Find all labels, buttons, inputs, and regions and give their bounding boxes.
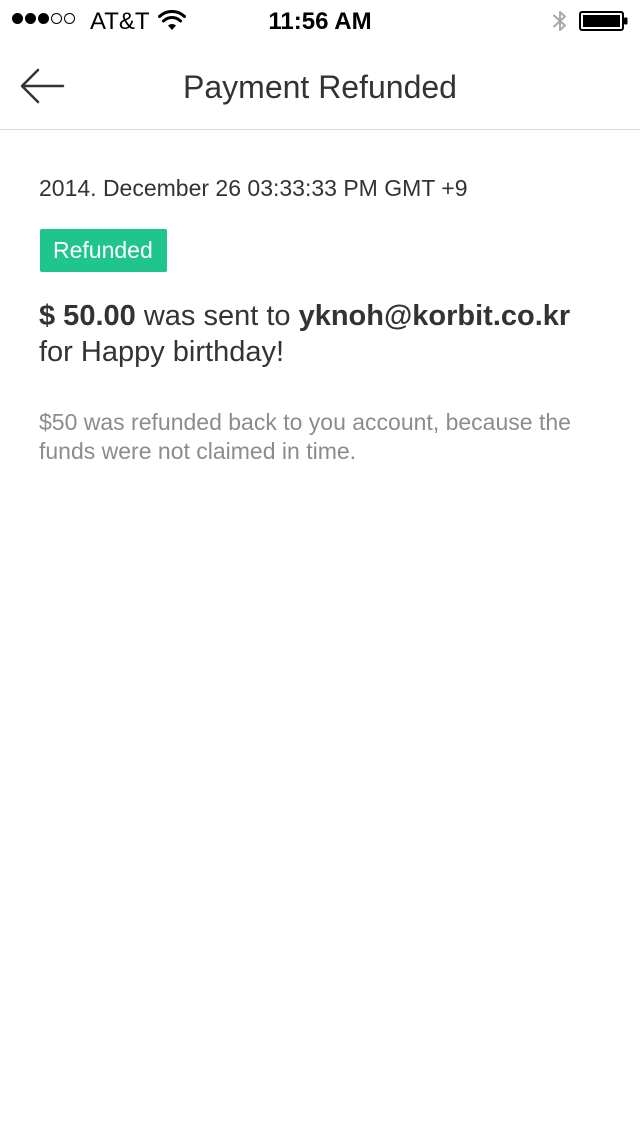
status-time: 11:56 AM [268, 8, 372, 35]
status-bar: AT&T 11:56 AM [0, 0, 640, 40]
page-title: Payment Refunded [183, 69, 457, 105]
memo-prefix: for [39, 336, 81, 368]
payment-memo: Happy birthday! [80, 336, 285, 368]
payment-message: $ 50.00 was sent to yknoh@korbit.co.kr fo… [39, 298, 619, 370]
status-badge: Refunded [40, 229, 167, 272]
payment-amount: $ 50.00 [39, 300, 136, 332]
sent-text: was sent to [135, 300, 299, 332]
refund-note: $50 was refunded back to you account, be… [39, 409, 571, 464]
navigation-bar: Payment Refunded [0, 40, 640, 130]
bluetooth-icon [553, 11, 566, 31]
recipient-email: yknoh@korbit.co.kr [298, 300, 571, 332]
payment-refunded-screen: AT&T 11:56 AM Payment Refunded 2014. Dec… [0, 0, 640, 1138]
payment-date: 2014. December 26 03:33:33 PM GMT +9 [39, 175, 468, 201]
battery-icon [579, 11, 628, 31]
